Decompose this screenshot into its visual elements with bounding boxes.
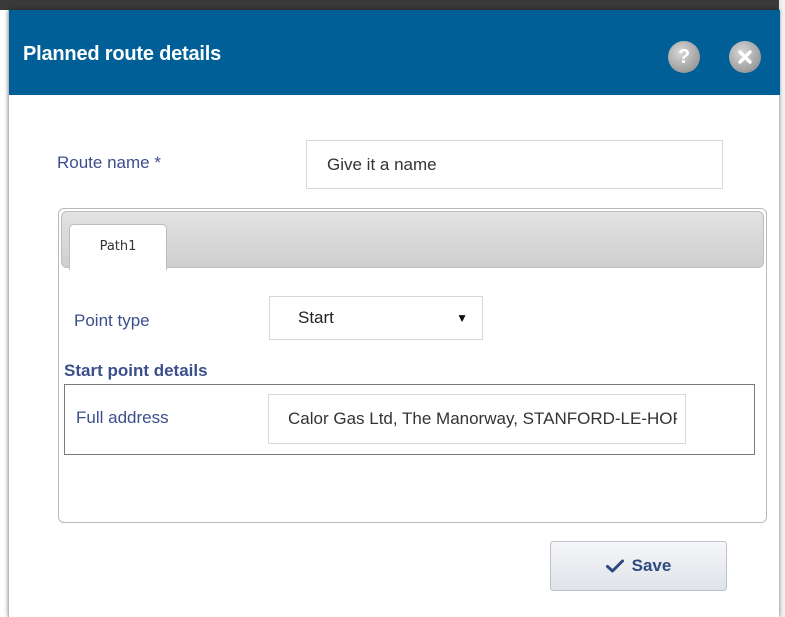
close-icon [738, 50, 752, 64]
path-panel: Path1 Point type Start ▼ Start point det… [58, 208, 767, 523]
checkmark-icon [605, 559, 624, 573]
help-icon: ? [677, 45, 691, 68]
dialog-header: Planned route details ? [9, 10, 780, 95]
tab-label: Path1 [99, 239, 137, 254]
close-button[interactable] [729, 41, 761, 73]
full-address-input[interactable] [268, 394, 686, 444]
start-point-section-title: Start point details [64, 361, 208, 380]
point-type-value: Start [298, 308, 334, 327]
save-button-label: Save [631, 556, 672, 575]
start-point-details-box: Full address [64, 384, 755, 455]
tab-bar: Path1 [61, 211, 764, 270]
planned-route-dialog: Planned route details ? Route name * Pat… [8, 10, 780, 617]
full-address-label: Full address [76, 408, 169, 427]
route-name-input[interactable] [306, 140, 723, 189]
point-type-select[interactable]: Start ▼ [269, 296, 483, 340]
point-type-label: Point type [74, 311, 150, 330]
dropdown-arrow-icon: ▼ [456, 311, 468, 325]
route-name-label: Route name * [57, 153, 161, 172]
screen: Planned route details ? Route name * Pat… [0, 0, 785, 617]
tab-path1[interactable]: Path1 [69, 224, 167, 270]
page-backdrop [0, 0, 785, 10]
help-button[interactable]: ? [668, 41, 700, 73]
save-button[interactable]: Save [550, 541, 727, 591]
dialog-title: Planned route details [23, 43, 222, 65]
